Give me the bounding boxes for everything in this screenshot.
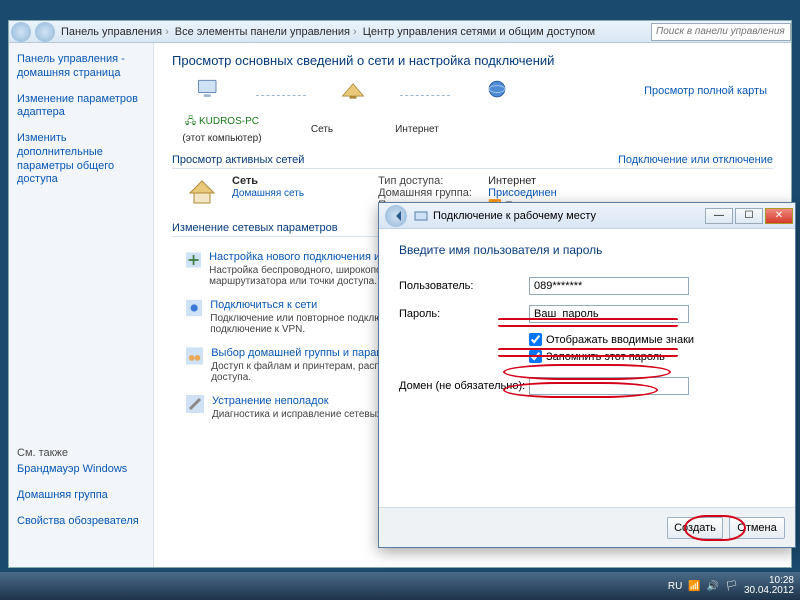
pc-name: KUDROS-PC xyxy=(199,116,259,127)
nav-forward-button[interactable] xyxy=(35,22,55,42)
page-title: Просмотр основных сведений о сети и наст… xyxy=(172,53,773,68)
clock-date: 30.04.2012 xyxy=(744,586,794,597)
minimize-button[interactable]: — xyxy=(705,208,733,224)
wizard-back-button[interactable] xyxy=(385,205,407,227)
full-map-link[interactable]: Просмотр полной карты xyxy=(644,85,767,97)
close-button[interactable]: ✕ xyxy=(765,208,793,224)
connect-disconnect-link[interactable]: Подключение или отключение xyxy=(618,154,773,166)
clock[interactable]: 10:28 30.04.2012 xyxy=(744,576,794,597)
show-chars-checkbox[interactable] xyxy=(529,333,542,346)
maximize-button[interactable]: ☐ xyxy=(735,208,763,224)
sidebar-homegroup[interactable]: Домашняя группа xyxy=(17,489,145,503)
wizard-heading: Введите имя пользователя и пароль xyxy=(399,243,775,257)
wizard-title: Подключение к рабочему месту xyxy=(433,210,703,222)
internet-label: Интернет xyxy=(382,124,452,135)
active-net-name: Сеть xyxy=(232,175,304,187)
language-indicator[interactable]: RU xyxy=(668,581,682,592)
address-bar: Панель управления› Все элементы панели у… xyxy=(9,21,791,43)
task-link[interactable]: Устранение неполадок xyxy=(212,395,329,407)
sidebar: Панель управления - домашняя страница Из… xyxy=(9,43,154,567)
taskbar[interactable]: RU 📶 🔊 🏳 10:28 30.04.2012 xyxy=(0,572,800,600)
kv-access-l: Тип доступа: xyxy=(378,175,488,187)
search-input[interactable] xyxy=(651,23,791,41)
username-label: Пользователь: xyxy=(399,280,529,292)
house-icon xyxy=(186,175,218,207)
sidebar-firewall[interactable]: Брандмауэр Windows xyxy=(17,463,145,477)
username-input[interactable] xyxy=(529,277,689,295)
remember-label: Запомнить этот пароль xyxy=(546,351,665,363)
tray-flag-icon[interactable]: 🏳 xyxy=(725,581,738,592)
domain-label: Домен (не обязательно): xyxy=(399,380,529,392)
crumb-root[interactable]: Панель управления xyxy=(61,26,162,38)
active-networks-title: Просмотр активных сетей xyxy=(172,154,304,166)
password-input[interactable] xyxy=(529,305,689,323)
kv-hg-l: Домашняя группа: xyxy=(378,187,488,199)
kv-access-v: Интернет xyxy=(488,175,536,187)
remember-checkbox[interactable] xyxy=(529,350,542,363)
crumb-leaf[interactable]: Центр управления сетями и общим доступом xyxy=(363,26,595,38)
pc-subtitle: (этот компьютер) xyxy=(182,133,262,144)
network-params-title: Изменение сетевых параметров xyxy=(172,222,338,234)
show-chars-label: Отображать вводимые знаки xyxy=(546,334,694,346)
wizard-titlebar[interactable]: Подключение к рабочему месту — ☐ ✕ xyxy=(379,203,795,229)
tray-network-icon[interactable]: 📶 xyxy=(688,581,700,592)
cancel-button[interactable]: Отмена xyxy=(729,517,785,539)
active-net-type[interactable]: Домашняя сеть xyxy=(232,188,304,199)
domain-input[interactable] xyxy=(529,377,689,395)
sidebar-adapter-settings[interactable]: Изменение параметров адаптера xyxy=(17,93,145,121)
see-also-label: См. также xyxy=(17,447,145,459)
task-link[interactable]: Подключиться к сети xyxy=(210,299,317,311)
sidebar-ie-props[interactable]: Свойства обозревателя xyxy=(17,515,145,529)
password-label: Пароль: xyxy=(399,308,529,320)
create-button[interactable]: Создать xyxy=(667,517,723,539)
network-icon xyxy=(336,78,370,112)
crumb-mid[interactable]: Все элементы панели управления xyxy=(175,26,350,38)
tray-sound-icon[interactable]: 🔊 xyxy=(707,581,719,592)
breadcrumb[interactable]: Панель управления› Все элементы панели у… xyxy=(57,26,599,38)
kv-hg-v[interactable]: Присоединен xyxy=(488,187,557,199)
wizard-icon xyxy=(413,208,429,224)
this-pc-icon xyxy=(192,78,226,112)
sidebar-home[interactable]: Панель управления - домашняя страница xyxy=(17,53,145,81)
vpn-wizard-dialog: Подключение к рабочему месту — ☐ ✕ Введи… xyxy=(378,202,796,548)
net-label: Сеть xyxy=(292,124,352,135)
sidebar-advanced-sharing[interactable]: Изменить дополнительные параметры общего… xyxy=(17,132,145,187)
internet-icon xyxy=(480,78,514,112)
nav-back-button[interactable] xyxy=(11,22,31,42)
